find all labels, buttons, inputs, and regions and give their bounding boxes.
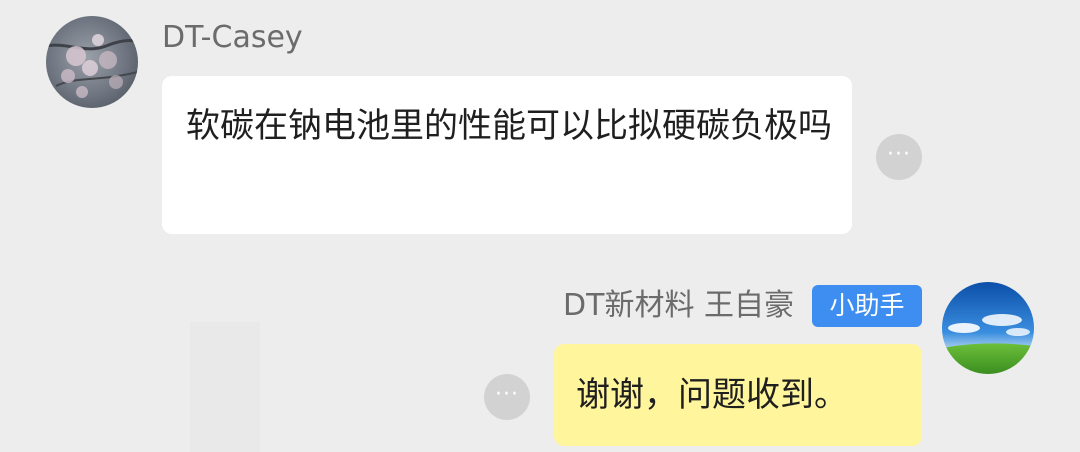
message-bubble-outgoing[interactable]: 谢谢，问题收到。 [554, 344, 922, 446]
sender-avatar[interactable] [942, 282, 1034, 374]
more-options-icon[interactable]: ··· [876, 134, 922, 180]
background-panel [190, 322, 260, 452]
more-options-icon[interactable]: ··· [484, 374, 530, 420]
assistant-badge: 小助手 [812, 285, 922, 327]
sender-avatar[interactable] [46, 16, 138, 108]
message-text: 软碳在钠电池里的性能可以比拟硬碳负极吗 [186, 106, 832, 146]
message-bubble-incoming[interactable]: 软碳在钠电池里的性能可以比拟硬碳负极吗 [162, 76, 852, 234]
sender-name: DT新材料 王自豪 [563, 288, 794, 323]
blossom-photo-avatar-icon [46, 16, 138, 108]
message-text: 谢谢，问题收到。 [576, 375, 848, 415]
sky-meadow-photo-avatar-icon [942, 282, 1034, 374]
sender-name: DT-Casey [162, 20, 303, 55]
